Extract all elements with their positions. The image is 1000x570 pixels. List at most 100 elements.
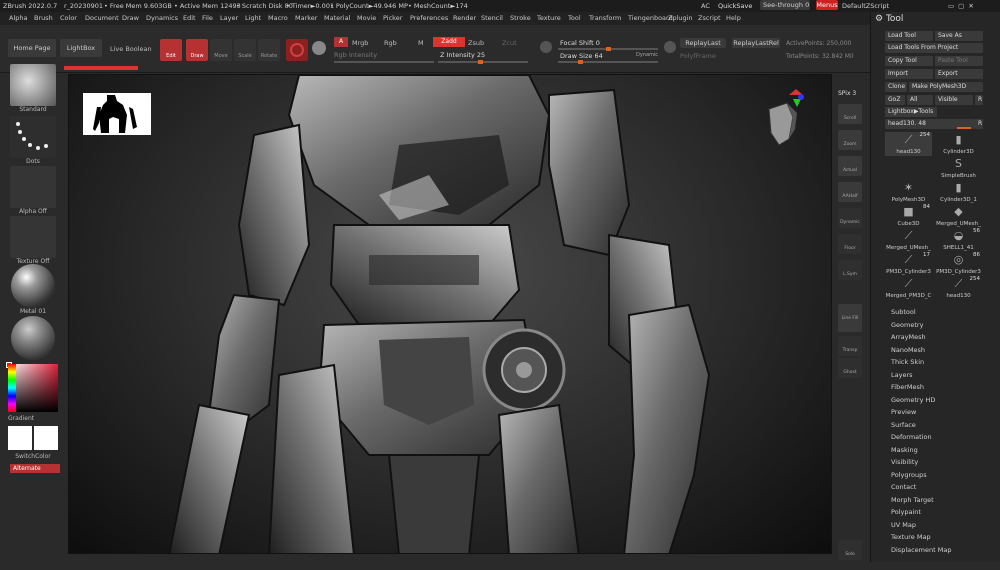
menu-color[interactable]: Color xyxy=(60,12,77,25)
actual-button[interactable]: Actual xyxy=(838,156,862,176)
menu-tool[interactable]: Tool xyxy=(568,12,581,25)
default-zscript-button[interactable]: DefaultZScript xyxy=(842,0,889,12)
menu-light[interactable]: Light xyxy=(245,12,261,25)
canvas-viewport[interactable] xyxy=(68,74,832,554)
transp-button[interactable]: Transp xyxy=(838,336,862,356)
see-through-slider[interactable]: See-through 0 xyxy=(760,0,810,10)
tool-thumbnail[interactable]: ▮ Cylinder3D xyxy=(935,132,982,156)
tool-thumbnail[interactable]: ⟋ Merged_PM3D_C xyxy=(885,276,932,300)
subpalette-masking[interactable]: Masking xyxy=(891,446,918,454)
tool-thumbnail[interactable]: ⟋ head130 254 xyxy=(885,132,932,156)
tool-thumbnail[interactable]: ◆ Merged_UMesh_ xyxy=(935,204,982,228)
load-from-project-button[interactable]: Load Tools From Project xyxy=(885,43,983,53)
replay-last-button[interactable]: ReplayLast xyxy=(680,38,726,48)
subpalette-displacement-map[interactable]: Displacement Map xyxy=(891,546,951,554)
home-page-button[interactable]: Home Page xyxy=(8,39,56,57)
subpalette-polygroups[interactable]: Polygroups xyxy=(891,471,927,479)
menu-marker[interactable]: Marker xyxy=(295,12,317,25)
menu-picker[interactable]: Picker xyxy=(383,12,402,25)
export-button[interactable]: Export xyxy=(935,69,983,79)
mrgb-toggle[interactable]: Mrgb xyxy=(352,39,368,47)
subpalette-geometry[interactable]: Geometry xyxy=(891,321,923,329)
solo-button[interactable]: Solo xyxy=(838,540,862,560)
draw-size-track[interactable] xyxy=(558,60,658,64)
menu-alpha[interactable]: Alpha xyxy=(9,12,27,25)
menu-draw[interactable]: Draw xyxy=(122,12,139,25)
scale-button[interactable]: Scale xyxy=(234,39,256,61)
tool-thumbnail[interactable]: ⟋ head130 254 xyxy=(935,276,982,300)
draw-button[interactable]: Draw xyxy=(186,39,208,61)
quicksave-button[interactable]: QuickSave xyxy=(718,0,752,12)
zadd-toggle[interactable]: Zadd xyxy=(433,37,465,47)
subpalette-subtool[interactable]: Subtool xyxy=(891,308,916,316)
subpalette-visibility[interactable]: Visibility xyxy=(891,458,918,466)
menu-preferences[interactable]: Preferences xyxy=(410,12,448,25)
menu-tiengenboard[interactable]: Tiengenboard xyxy=(628,12,673,25)
minimize-icon[interactable]: ▭ xyxy=(948,2,958,10)
paste-tool-button[interactable]: Paste Tool xyxy=(935,56,983,66)
subpalette-geometry-hd[interactable]: Geometry HD xyxy=(891,396,935,404)
texture-slot[interactable]: Texture Off xyxy=(8,216,58,265)
live-boolean-button[interactable]: Live Boolean xyxy=(110,45,152,53)
dynamic-toggle[interactable]: Dynamic xyxy=(636,52,658,58)
menu-document[interactable]: Document xyxy=(85,12,119,25)
menu-file[interactable]: File xyxy=(202,12,213,25)
orientation-gizmo[interactable] xyxy=(759,89,809,159)
menu-zscript[interactable]: Zscript xyxy=(698,12,721,25)
ghost-button[interactable]: Ghost xyxy=(838,358,862,378)
menu-macro[interactable]: Macro xyxy=(268,12,288,25)
tool-thumbnail[interactable]: S SimpleBrush xyxy=(935,156,982,180)
subpalette-preview[interactable]: Preview xyxy=(891,408,916,416)
z-intensity-track[interactable] xyxy=(438,60,528,64)
alternate-button[interactable]: Alternate xyxy=(10,464,60,473)
secondary-color-swatch[interactable] xyxy=(34,426,58,450)
menu-transform[interactable]: Transform xyxy=(589,12,621,25)
zsub-toggle[interactable]: Zsub xyxy=(468,39,484,47)
material-sphere-icon[interactable] xyxy=(312,41,326,55)
restore-icon[interactable]: ▢ xyxy=(958,2,968,10)
menu-movie[interactable]: Movie xyxy=(357,12,376,25)
spix-slider[interactable]: SPix 3 xyxy=(838,90,856,97)
subpalette-surface[interactable]: Surface xyxy=(891,421,916,429)
subpalette-nanomesh[interactable]: NanoMesh xyxy=(891,346,925,354)
rgb-intensity-track[interactable] xyxy=(334,61,434,63)
save-as-button[interactable]: Save As xyxy=(935,31,983,41)
subpalette-polypaint[interactable]: Polypaint xyxy=(891,508,921,516)
dynamic-persp-button[interactable]: Dynamic Persp xyxy=(838,208,862,255)
subpalette-fibermesh[interactable]: FiberMesh xyxy=(891,383,924,391)
menu-layer[interactable]: Layer xyxy=(220,12,238,25)
alpha-slot[interactable]: Alpha Off xyxy=(8,166,58,215)
edit-button[interactable]: Edit xyxy=(160,39,182,61)
tool-thumbnail[interactable]: ■ Cube3D 84 xyxy=(885,204,932,228)
replay-last-rel-button[interactable]: ReplayLastRel xyxy=(732,38,780,48)
lightbox-tools-button[interactable]: Lightbox▶Tools xyxy=(885,107,937,117)
focal-shift-slider[interactable]: Focal Shift 0 xyxy=(560,39,600,47)
material-2-slot[interactable] xyxy=(8,316,58,360)
menu-stencil[interactable]: Stencil xyxy=(481,12,503,25)
load-tool-button[interactable]: Load Tool xyxy=(885,31,933,41)
zcut-toggle[interactable]: Zcut xyxy=(502,39,517,47)
menu-dynamics[interactable]: Dynamics xyxy=(146,12,178,25)
window-controls[interactable]: ▭▢✕ xyxy=(948,0,978,12)
tool-thumbnail[interactable]: ⟋ PM3D_Cylinder3 17 xyxy=(885,252,932,276)
focal-shift-track[interactable] xyxy=(558,47,658,51)
r-button[interactable]: R xyxy=(975,95,983,105)
tool-palette-header[interactable]: ⚙ Tool xyxy=(875,14,903,24)
subpalette-layers[interactable]: Layers xyxy=(891,371,913,379)
z-intensity-slider[interactable]: Z Intensity 25 xyxy=(440,51,485,59)
menu-brush[interactable]: Brush xyxy=(34,12,53,25)
subpalette-deformation[interactable]: Deformation xyxy=(891,433,932,441)
subpalette-thick-skin[interactable]: Thick Skin xyxy=(891,358,924,366)
subpalette-arraymesh[interactable]: ArrayMesh xyxy=(891,333,926,341)
rotate-button[interactable]: Rotate xyxy=(258,39,280,61)
tool-thumbnail[interactable]: ◒ SHELL1_41 56 xyxy=(935,228,982,252)
a-toggle[interactable]: A xyxy=(334,37,348,47)
m-toggle[interactable]: M xyxy=(418,39,424,47)
tool-thumbnail[interactable] xyxy=(885,156,932,180)
menu-material[interactable]: Material xyxy=(324,12,350,25)
brush-sphere-button[interactable] xyxy=(286,39,308,61)
copy-tool-button[interactable]: Copy Tool xyxy=(885,56,933,66)
menu-zplugin[interactable]: Zplugin xyxy=(668,12,693,25)
menu-edit[interactable]: Edit xyxy=(183,12,196,25)
menu-stroke[interactable]: Stroke xyxy=(510,12,531,25)
